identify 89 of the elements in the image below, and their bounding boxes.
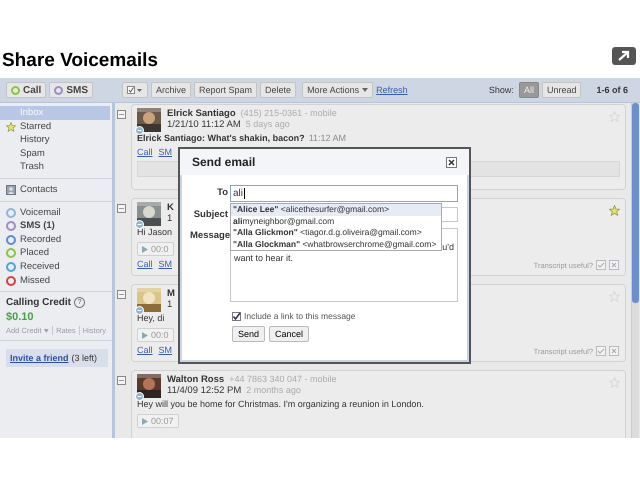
more-actions-button[interactable]: More Actions (302, 82, 374, 98)
field-label: To (216, 186, 228, 200)
category-item[interactable]: Received (0, 260, 112, 274)
check-button-icon[interactable] (596, 260, 606, 270)
invite-link[interactable]: Invite a friend (10, 353, 69, 364)
caller-phone: (415) 215-0361 - mobile (240, 108, 337, 119)
star-icon[interactable] (609, 111, 620, 122)
category-item[interactable]: SMS (1) (0, 219, 112, 233)
message-snippet: Hey, di (137, 313, 164, 324)
quick-action-button[interactable]: Call (6, 82, 46, 98)
message-action-link[interactable]: Call (137, 345, 153, 356)
star-icon (6, 122, 16, 132)
relative-time: 2 months ago (246, 385, 301, 396)
category-item[interactable]: Voicemail (0, 206, 112, 220)
refresh-link[interactable]: Refresh (376, 85, 408, 95)
select-dropdown[interactable] (122, 82, 148, 98)
star-icon[interactable] (609, 205, 620, 216)
close-icon[interactable] (446, 156, 457, 168)
suggestion-item[interactable]: "Alla Glockman" <whatbrowserchrome@gmail.com> (231, 238, 441, 250)
invite-note: (3 left) (72, 353, 98, 364)
checkbox[interactable] (117, 376, 126, 385)
message-date: 1 (167, 299, 172, 310)
pagination-count: 1-6 of 6 (596, 85, 628, 95)
include-link-label: Include a link to this message (244, 311, 356, 321)
checkbox-caret-icon (127, 86, 143, 94)
play-icon (142, 246, 148, 252)
message-snippet: Hi Jason (137, 227, 172, 238)
message-action-link[interactable]: SM (158, 345, 172, 356)
credit-title: Calling Credit (6, 297, 72, 308)
caller-name[interactable]: Elrick Santiago (167, 108, 236, 119)
message-date: 11/4/09 12:52 PM (167, 385, 242, 396)
credit-amount: $0.10 (6, 311, 35, 324)
suggestion-item[interactable]: alimyneighbor@gmail.com (231, 216, 441, 227)
dialog-button[interactable]: Send (232, 326, 266, 342)
checkbox[interactable] (232, 312, 241, 320)
voicemail-badge-icon (135, 306, 144, 315)
checkbox[interactable] (117, 290, 126, 299)
category-item[interactable]: Placed (0, 246, 112, 260)
quick-action-button[interactable]: SMS (49, 82, 94, 98)
page-title: Share Voicemails (2, 50, 158, 72)
play-icon (142, 332, 148, 338)
close-button-icon[interactable] (609, 260, 619, 270)
caller-name[interactable]: K (167, 202, 174, 213)
dialog-button[interactable]: Cancel (269, 326, 310, 342)
dialog-title: Send email (192, 155, 256, 169)
close-button-icon[interactable] (609, 346, 619, 356)
star-icon[interactable] (609, 377, 620, 388)
folder-item[interactable]: Starred (0, 120, 112, 134)
contacts-icon (6, 184, 16, 195)
to-field[interactable]: ali (230, 185, 458, 202)
category-item[interactable]: Recorded (0, 232, 112, 246)
message-snippet: Hey will you be home for Christmas. I'm organizing a reunion in London. (137, 399, 424, 410)
snippet-time: 11:12 AM (308, 133, 346, 144)
toolbar-button[interactable]: Delete (260, 82, 296, 98)
voicemail-badge-icon (135, 220, 144, 229)
voicemail-badge-icon (135, 126, 144, 135)
caret-icon (362, 88, 368, 92)
suggestion-item[interactable]: "Alla Glickmon" <tiagor.d.g.oliveira@gmail.com> (231, 227, 441, 238)
field-label: Subject (192, 208, 228, 222)
message-snippet: Elrick Santiago: What's shakin, bacon? (137, 133, 305, 144)
filter-tab[interactable]: Unread (542, 82, 582, 98)
message-date: 1 (167, 213, 172, 224)
folder-item[interactable]: History (0, 133, 112, 147)
caller-name[interactable]: Walton Ross (167, 374, 224, 385)
folder-item[interactable]: Trash (0, 160, 112, 174)
checkbox[interactable] (117, 204, 126, 213)
check-button-icon[interactable] (596, 346, 606, 356)
folder-item[interactable]: Spam (0, 146, 112, 160)
checkbox[interactable] (117, 110, 126, 119)
message-action-link[interactable]: SM (158, 259, 172, 270)
voicemail-badge-icon (135, 392, 144, 401)
toolbar-button[interactable]: Archive (151, 82, 192, 98)
contacts-item[interactable]: Contacts (0, 182, 112, 197)
message-date: 1/21/10 11:12 AM (167, 119, 241, 130)
field-label: Message (190, 229, 228, 243)
suggestion-item[interactable]: "Alice Lee" <alicethesurfer@gmail.com> (231, 204, 441, 216)
show-label: Show: (488, 85, 514, 95)
play-icon (142, 418, 148, 424)
message-action-link[interactable]: Call (137, 147, 153, 158)
caller-name[interactable]: M (167, 288, 175, 299)
scrollbar[interactable] (631, 103, 639, 438)
caret-icon (44, 328, 50, 333)
star-icon[interactable] (609, 291, 620, 302)
toolbar-button[interactable]: Report Spam (194, 82, 258, 98)
message-action-link[interactable]: SM (158, 147, 172, 158)
category-item[interactable]: Missed (0, 274, 112, 288)
message-action-link[interactable]: Call (137, 259, 153, 270)
relative-time: 5 days ago (246, 119, 290, 130)
caller-phone: +44 7863 340 047 - mobile (229, 374, 337, 385)
